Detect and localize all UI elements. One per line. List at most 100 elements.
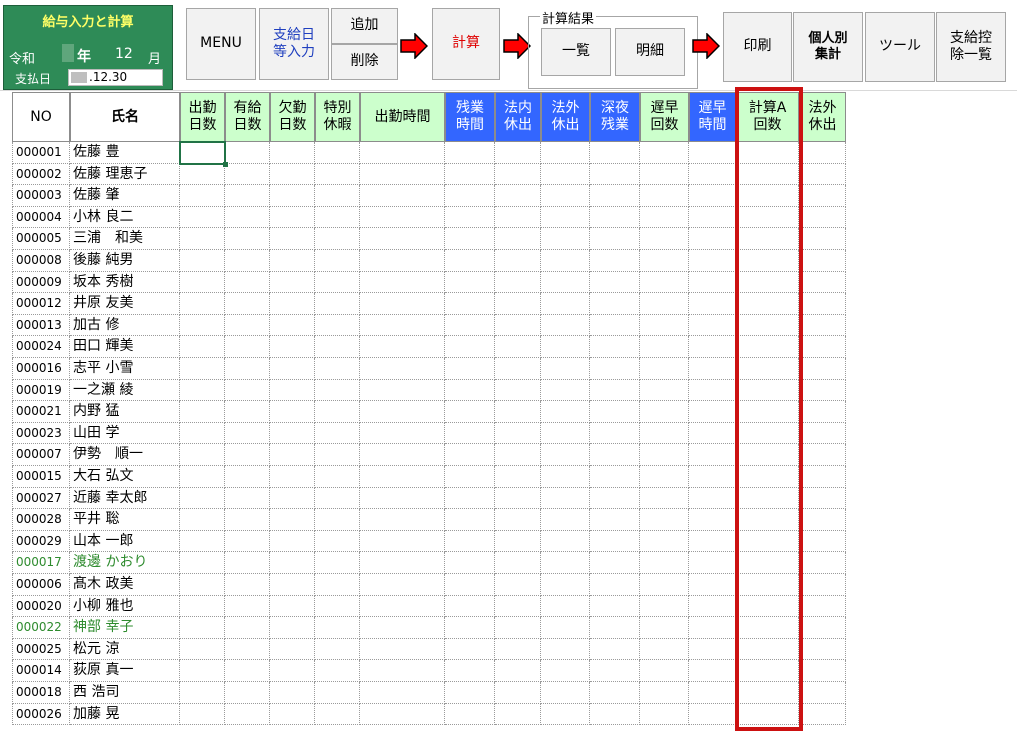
input-cell-overtime-hours[interactable] [445, 293, 495, 315]
input-cell-special-leave[interactable] [315, 466, 360, 488]
input-cell-late-early-hours[interactable] [689, 530, 736, 553]
input-cell-late-night-overtime[interactable] [590, 509, 640, 531]
input-cell-work-days[interactable] [180, 682, 225, 704]
input-cell-statutory-holiday-in[interactable] [495, 595, 541, 618]
input-cell-late-night-overtime[interactable] [590, 617, 640, 639]
input-cell-work-days[interactable] [180, 163, 225, 186]
employee-name-cell[interactable]: 伊勢 順一 [70, 444, 180, 466]
employee-name-cell[interactable]: 佐藤 肇 [70, 185, 180, 207]
input-cell-work-days[interactable] [180, 660, 225, 682]
employee-name-cell[interactable]: 神部 幸子 [70, 617, 180, 639]
input-cell-overtime-hours[interactable] [445, 595, 495, 618]
input-cell-special-leave[interactable] [315, 617, 360, 639]
input-cell-outside-holiday[interactable] [799, 401, 846, 423]
input-cell-outside-holiday[interactable] [799, 336, 846, 358]
input-cell-overtime-hours[interactable] [445, 574, 495, 596]
input-cell-late-early-count[interactable] [640, 379, 689, 402]
input-cell-statutory-holiday-in[interactable] [495, 638, 541, 661]
input-cell-late-early-hours[interactable] [689, 660, 736, 682]
employee-no-cell[interactable]: 000006 [12, 574, 70, 596]
input-cell-absence-days[interactable] [270, 379, 315, 402]
input-cell-late-early-hours[interactable] [689, 509, 736, 531]
input-cell-late-early-hours[interactable] [689, 401, 736, 423]
input-cell-statutory-holiday-in[interactable] [495, 617, 541, 639]
input-cell-late-night-overtime[interactable] [590, 682, 640, 704]
input-cell-special-leave[interactable] [315, 660, 360, 682]
employee-no-cell[interactable]: 000018 [12, 682, 70, 704]
input-cell-work-days[interactable] [180, 336, 225, 358]
input-cell-late-night-overtime[interactable] [590, 228, 640, 250]
input-cell-late-night-overtime[interactable] [590, 703, 640, 726]
input-cell-outside-holiday[interactable] [799, 314, 846, 337]
input-cell-late-night-overtime[interactable] [590, 444, 640, 466]
individual-summary-button[interactable]: 個人別 集計 [793, 12, 863, 82]
employee-no-cell[interactable]: 000009 [12, 271, 70, 294]
employee-name-cell[interactable]: 小柳 雅也 [70, 595, 180, 618]
input-cell-overtime-hours[interactable] [445, 379, 495, 402]
input-cell-absence-days[interactable] [270, 358, 315, 380]
input-cell-absence-days[interactable] [270, 250, 315, 272]
input-cell-outside-holiday[interactable] [799, 206, 846, 229]
input-cell-special-leave[interactable] [315, 314, 360, 337]
input-cell-late-early-count[interactable] [640, 574, 689, 596]
input-cell-late-early-count[interactable] [640, 682, 689, 704]
input-cell-work-days[interactable] [180, 206, 225, 229]
input-cell-work-hours[interactable] [360, 509, 445, 531]
input-cell-outside-holiday[interactable] [799, 163, 846, 186]
input-cell-paid-leave[interactable] [225, 638, 270, 661]
input-cell-outside-holiday[interactable] [799, 660, 846, 682]
input-cell-statutory-holiday-out[interactable] [541, 206, 590, 229]
input-cell-work-hours[interactable] [360, 336, 445, 358]
input-cell-statutory-holiday-out[interactable] [541, 142, 590, 164]
input-cell-statutory-holiday-in[interactable] [495, 379, 541, 402]
input-cell-overtime-hours[interactable] [445, 638, 495, 661]
input-cell-overtime-hours[interactable] [445, 142, 495, 164]
input-cell-late-early-count[interactable] [640, 552, 689, 574]
input-cell-outside-holiday[interactable] [799, 271, 846, 294]
input-cell-special-leave[interactable] [315, 271, 360, 294]
input-cell-late-early-hours[interactable] [689, 336, 736, 358]
input-cell-outside-holiday[interactable] [799, 509, 846, 531]
input-cell-paid-leave[interactable] [225, 509, 270, 531]
input-cell-statutory-holiday-in[interactable] [495, 163, 541, 186]
employee-name-cell[interactable]: 田口 輝美 [70, 336, 180, 358]
input-cell-outside-holiday[interactable] [799, 444, 846, 466]
input-cell-late-early-count[interactable] [640, 314, 689, 337]
input-cell-late-early-hours[interactable] [689, 314, 736, 337]
employee-no-cell[interactable]: 000025 [12, 638, 70, 661]
input-cell-work-hours[interactable] [360, 487, 445, 510]
input-cell-statutory-holiday-out[interactable] [541, 250, 590, 272]
input-cell-work-days[interactable] [180, 185, 225, 207]
input-cell-statutory-holiday-in[interactable] [495, 703, 541, 726]
employee-no-cell[interactable]: 000002 [12, 163, 70, 186]
input-cell-work-days[interactable] [180, 250, 225, 272]
input-cell-late-early-hours[interactable] [689, 271, 736, 294]
employee-name-cell[interactable]: 井原 友美 [70, 293, 180, 315]
input-cell-special-leave[interactable] [315, 638, 360, 661]
input-cell-statutory-holiday-in[interactable] [495, 444, 541, 466]
input-cell-statutory-holiday-out[interactable] [541, 574, 590, 596]
input-cell-late-early-hours[interactable] [689, 250, 736, 272]
input-cell-statutory-holiday-in[interactable] [495, 336, 541, 358]
input-cell-paid-leave[interactable] [225, 487, 270, 510]
input-cell-work-hours[interactable] [360, 574, 445, 596]
input-cell-special-leave[interactable] [315, 682, 360, 704]
input-cell-late-early-hours[interactable] [689, 379, 736, 402]
input-cell-special-leave[interactable] [315, 574, 360, 596]
input-cell-work-hours[interactable] [360, 660, 445, 682]
input-cell-special-leave[interactable] [315, 293, 360, 315]
input-cell-statutory-holiday-in[interactable] [495, 206, 541, 229]
input-cell-late-night-overtime[interactable] [590, 271, 640, 294]
input-cell-overtime-hours[interactable] [445, 163, 495, 186]
input-cell-special-leave[interactable] [315, 422, 360, 445]
input-cell-overtime-hours[interactable] [445, 509, 495, 531]
employee-name-cell[interactable]: 佐藤 理恵子 [70, 163, 180, 186]
input-cell-special-leave[interactable] [315, 206, 360, 229]
input-cell-special-leave[interactable] [315, 142, 360, 164]
input-cell-outside-holiday[interactable] [799, 617, 846, 639]
input-cell-work-hours[interactable] [360, 250, 445, 272]
input-cell-absence-days[interactable] [270, 444, 315, 466]
input-cell-work-hours[interactable] [360, 401, 445, 423]
input-cell-outside-holiday[interactable] [799, 358, 846, 380]
input-cell-late-early-hours[interactable] [689, 487, 736, 510]
